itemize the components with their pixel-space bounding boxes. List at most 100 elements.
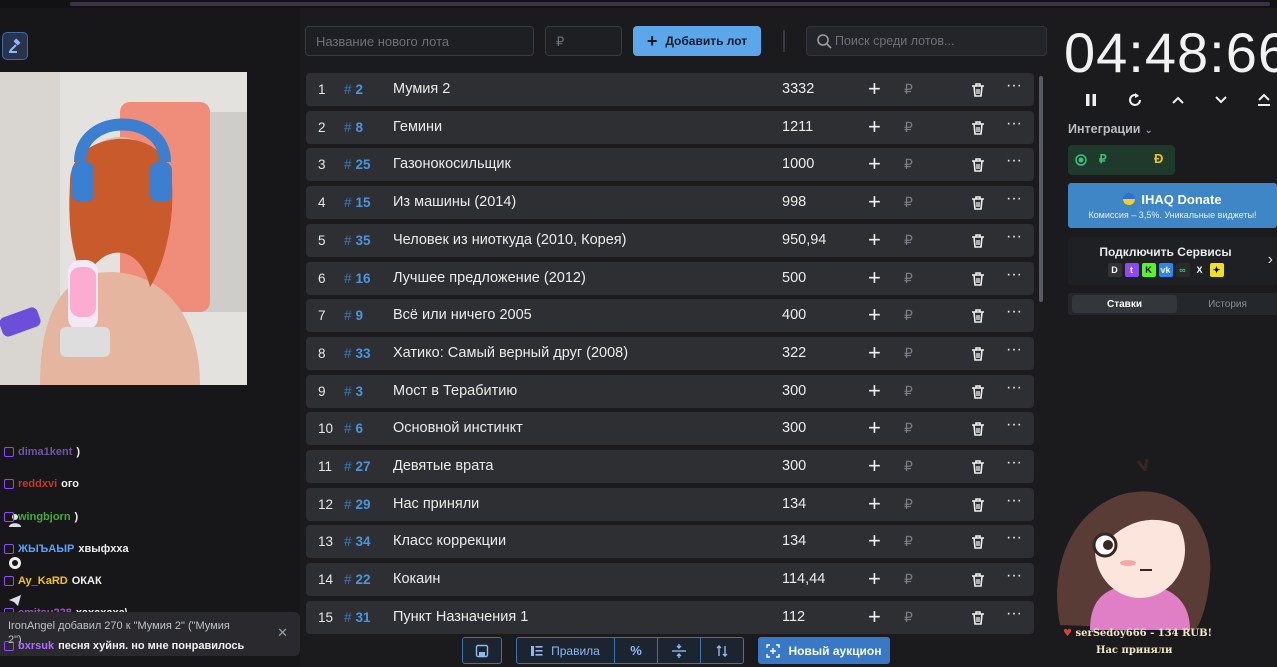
- add-amount-button[interactable]: +: [868, 340, 881, 365]
- timer-down-button[interactable]: [1210, 90, 1232, 110]
- more-options-icon[interactable]: ···: [1006, 190, 1022, 208]
- lot-row[interactable]: 13 #34 Класс коррекции 134 + ₽ ···: [306, 525, 1034, 559]
- add-amount-button[interactable]: +: [868, 77, 881, 101]
- lot-row[interactable]: 6 #16 Лучшее предложение (2012) 500 + ₽ ···: [306, 261, 1034, 295]
- lot-amount[interactable]: 400: [782, 307, 806, 323]
- collapse-button[interactable]: [658, 638, 701, 663]
- more-options-icon[interactable]: ···: [1006, 228, 1022, 246]
- lot-amount[interactable]: 950,94: [782, 232, 826, 248]
- delete-lot-icon[interactable]: [970, 421, 986, 437]
- lot-amount[interactable]: 300: [782, 383, 806, 399]
- lot-name[interactable]: Всё или ничего 2005: [393, 307, 532, 323]
- lot-amount[interactable]: 3332: [782, 81, 814, 97]
- ruble-icon[interactable]: ₽: [904, 609, 913, 626]
- lot-row[interactable]: 4 #15 Из машины (2014) 998 + ₽ ···: [306, 186, 1034, 220]
- add-amount-button[interactable]: +: [868, 604, 881, 629]
- lot-row[interactable]: 15 #31 Пункт Назначения 1 112 + ₽ ···: [306, 600, 1034, 634]
- lot-name[interactable]: Кокаин: [393, 571, 440, 587]
- lot-row[interactable]: 14 #22 Кокаин 114,44 + ₽ ···: [306, 563, 1034, 597]
- ruble-icon[interactable]: ₽: [904, 571, 913, 588]
- lot-amount[interactable]: 134: [782, 533, 806, 549]
- close-icon[interactable]: ✕: [277, 626, 288, 640]
- lot-amount[interactable]: 322: [782, 345, 806, 361]
- delete-lot-icon[interactable]: [970, 384, 986, 400]
- lot-name[interactable]: Лучшее предложение (2012): [393, 270, 586, 286]
- lot-name[interactable]: Пункт Назначения 1: [393, 609, 528, 625]
- timer-max-button[interactable]: [1253, 90, 1275, 110]
- lot-amount[interactable]: 998: [782, 194, 806, 210]
- tab-bids[interactable]: Ставки: [1072, 295, 1177, 313]
- timer-up-button[interactable]: [1167, 90, 1189, 110]
- delete-lot-icon[interactable]: [970, 157, 986, 173]
- ruble-icon[interactable]: ₽: [904, 533, 913, 550]
- add-amount-button[interactable]: +: [868, 567, 881, 591]
- ruble-icon[interactable]: ₽: [904, 383, 913, 400]
- search-input[interactable]: [835, 27, 1040, 55]
- save-button[interactable]: [462, 637, 502, 664]
- lot-amount[interactable]: 500: [782, 270, 806, 286]
- add-amount-button[interactable]: +: [868, 265, 881, 290]
- lot-row[interactable]: 2 #8 Гемини 1211 + ₽ ···: [306, 110, 1034, 144]
- ruble-icon[interactable]: ₽: [904, 496, 913, 513]
- delete-lot-icon[interactable]: [970, 610, 986, 626]
- more-options-icon[interactable]: ···: [1006, 77, 1022, 95]
- reset-timer-button[interactable]: [1124, 90, 1146, 110]
- lot-amount[interactable]: 114,44: [782, 571, 825, 587]
- ruble-icon[interactable]: ₽: [904, 119, 913, 136]
- lot-row[interactable]: 11 #27 Девятые врата 300 + ₽ ···: [306, 450, 1034, 483]
- delete-lot-icon[interactable]: [970, 120, 986, 136]
- lot-row[interactable]: 8 #33 Хатико: Самый верный друг (2008) 322 +…: [306, 336, 1034, 370]
- ruble-icon[interactable]: ₽: [904, 81, 913, 98]
- delete-lot-icon[interactable]: [970, 271, 986, 287]
- ruble-icon[interactable]: ₽: [904, 270, 913, 287]
- rules-button[interactable]: Правила: [517, 638, 615, 663]
- add-amount-button[interactable]: +: [868, 491, 881, 516]
- lot-name[interactable]: Человек из ниоткуда (2010, Корея): [393, 232, 626, 248]
- percent-button[interactable]: %: [615, 638, 658, 663]
- lot-row[interactable]: 3 #25 Газонокосильщик 1000 + ₽ ···: [306, 148, 1034, 182]
- add-amount-button[interactable]: +: [868, 416, 881, 440]
- ruble-icon[interactable]: ₽: [904, 232, 913, 249]
- add-amount-button[interactable]: +: [868, 529, 881, 553]
- add-amount-button[interactable]: +: [868, 114, 881, 139]
- lot-row[interactable]: 7 #9 Всё или ничего 2005 400 + ₽ ···: [306, 299, 1034, 333]
- more-options-icon[interactable]: ···: [1006, 266, 1022, 284]
- more-options-icon[interactable]: ···: [1006, 115, 1022, 133]
- lot-amount[interactable]: 112: [782, 609, 805, 625]
- lot-name-input[interactable]: [305, 26, 534, 56]
- lot-name[interactable]: Газонокосильщик: [393, 156, 511, 172]
- delete-lot-icon[interactable]: [970, 497, 986, 513]
- lot-name[interactable]: Гемини: [393, 119, 442, 135]
- ruble-icon[interactable]: ₽: [904, 345, 913, 362]
- lot-row[interactable]: 5 #35 Человек из ниоткуда (2010, Корея) 950…: [306, 223, 1034, 257]
- lot-name[interactable]: Мумия 2: [393, 81, 450, 97]
- integrations-dropdown[interactable]: Интеграции ⌄: [1068, 122, 1153, 136]
- sort-button[interactable]: [701, 638, 743, 663]
- lot-price-input[interactable]: [545, 26, 622, 56]
- add-amount-button[interactable]: +: [868, 303, 881, 327]
- lot-name[interactable]: Девятые врата: [393, 458, 494, 474]
- integration-status-card[interactable]: ₽ Ð: [1068, 145, 1175, 175]
- delete-lot-icon[interactable]: [970, 233, 986, 249]
- more-options-icon[interactable]: ···: [1006, 567, 1022, 585]
- delete-lot-icon[interactable]: [970, 534, 986, 550]
- lot-name[interactable]: Класс коррекции: [393, 533, 506, 549]
- lot-name[interactable]: Хатико: Самый верный друг (2008): [393, 345, 628, 361]
- lot-row[interactable]: 10 #6 Основной инстинкт 300 + ₽ ···: [306, 412, 1034, 446]
- connect-services-card[interactable]: Подключить Сервисы D t K vk ∞ X ✦ ›: [1068, 237, 1277, 285]
- delete-lot-icon[interactable]: [970, 82, 986, 98]
- more-options-icon[interactable]: ···: [1006, 152, 1022, 170]
- ihaq-donate-card[interactable]: IHAQ Donate Комиссия – 3,5%. Уникальные …: [1068, 183, 1277, 228]
- lot-name[interactable]: Мост в Терабитию: [393, 383, 517, 399]
- lot-amount[interactable]: 1211: [782, 119, 813, 135]
- pause-button[interactable]: [1080, 90, 1102, 110]
- ruble-icon[interactable]: ₽: [904, 458, 913, 475]
- more-options-icon[interactable]: ···: [1006, 341, 1022, 359]
- delete-lot-icon[interactable]: [970, 459, 986, 475]
- scrollbar[interactable]: [1039, 76, 1043, 302]
- tab-history[interactable]: История: [1180, 295, 1275, 313]
- add-amount-button[interactable]: +: [868, 454, 881, 478]
- delete-lot-icon[interactable]: [970, 308, 986, 324]
- lot-amount[interactable]: 300: [782, 420, 806, 436]
- add-amount-button[interactable]: +: [868, 152, 881, 176]
